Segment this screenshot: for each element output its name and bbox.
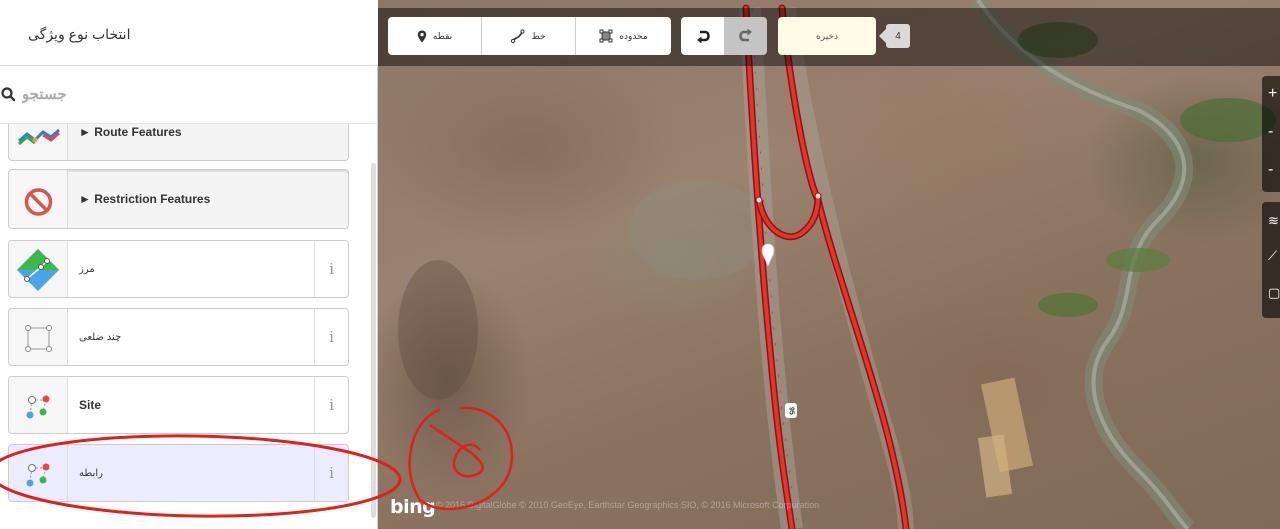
info-icon[interactable]: i: [314, 377, 348, 433]
info-icon[interactable]: i: [314, 445, 348, 501]
road-ref-shield: 95: [785, 403, 797, 418]
relation-icon-box: [9, 377, 68, 433]
sidebar-title: انتخاب نوع ویژگی: [28, 26, 131, 42]
undo-button[interactable]: [681, 17, 724, 55]
search-input[interactable]: [22, 80, 362, 108]
add-point-button[interactable]: نقطه: [388, 17, 482, 55]
preset-boundary[interactable]: مرز i: [8, 240, 349, 298]
layer-controls: ≋ ⟋ ▢: [1262, 202, 1280, 318]
preset-multipolygon[interactable]: چند ضلعی i: [8, 308, 349, 366]
redo-icon: [738, 29, 752, 42]
preset-label: ► Route Features: [79, 125, 182, 139]
route-icon-box: [9, 124, 68, 160]
bing-logo: bing: [390, 496, 436, 518]
preset-label: رابطه: [79, 467, 103, 479]
relation-icon: [26, 395, 50, 419]
relation-icon-box: [9, 445, 68, 501]
save-count-badge: 4: [879, 24, 910, 48]
sidebar: انتخاب نوع ویژگی ► Route Features: [0, 0, 378, 529]
line-icon: [511, 29, 526, 43]
point-icon: [417, 30, 427, 42]
preset-route-features[interactable]: ► Route Features: [8, 124, 349, 161]
add-area-label: محدوده: [619, 30, 648, 41]
polygon-icon: [25, 325, 52, 352]
preset-restriction-features[interactable]: ► Restriction Features: [8, 169, 349, 229]
add-area-button[interactable]: محدوده: [576, 17, 671, 55]
preset-label: ► Restriction Features: [79, 192, 211, 206]
map-imagery: [398, 0, 1276, 529]
relation-icon: [26, 463, 50, 487]
layers-icon[interactable]: ≋: [1268, 212, 1280, 230]
preset-list: ► Route Features ► Restriction Features: [0, 124, 372, 529]
zoom-out-button[interactable]: -: [1268, 122, 1280, 142]
search-icon: [1, 87, 16, 102]
preset-label: Site: [79, 398, 102, 412]
zoom-controls: + - -: [1262, 76, 1280, 192]
map-attribution[interactable]: © 2016 DigitalGlobe © 2010 GeoEye, Earth…: [436, 500, 956, 510]
restriction-icon: [24, 188, 53, 216]
info-icon[interactable]: i: [314, 309, 348, 365]
redo-button[interactable]: [724, 17, 767, 55]
geolocate-button[interactable]: -: [1268, 160, 1280, 180]
restriction-icon-box: [9, 170, 68, 228]
preset-label: مرز: [79, 263, 95, 275]
preset-site[interactable]: Site i: [8, 376, 349, 434]
polygon-icon-box: [9, 309, 68, 365]
info-icon[interactable]: i: [314, 241, 348, 297]
area-icon: [599, 29, 613, 43]
boundary-icon: [17, 249, 59, 291]
scrollbar-thumb[interactable]: [371, 163, 376, 518]
add-line-button[interactable]: خط: [482, 17, 576, 55]
help-icon[interactable]: ▢: [1268, 284, 1280, 302]
map-data-icon[interactable]: ⟋: [1268, 247, 1280, 265]
save-button[interactable]: ذخیره: [778, 17, 876, 55]
route-icon: [18, 128, 60, 146]
preset-relation[interactable]: رابطه i: [8, 444, 349, 502]
add-feature-group: نقطه خط محدوده: [388, 17, 671, 55]
map-canvas[interactable]: 95 نقطه خط محدوده ذخیره 4 + - - ≋ ⟋ ▢ © …: [378, 0, 1280, 529]
add-point-label: نقطه: [432, 30, 453, 41]
undo-icon: [696, 30, 710, 43]
boundary-icon-box: [9, 241, 68, 297]
undo-redo-group: [681, 17, 767, 55]
preset-label: چند ضلعی: [79, 331, 122, 343]
zoom-in-button[interactable]: +: [1268, 84, 1280, 104]
sidebar-header: انتخاب نوع ویژگی: [0, 0, 378, 66]
add-line-label: خط: [531, 30, 546, 41]
